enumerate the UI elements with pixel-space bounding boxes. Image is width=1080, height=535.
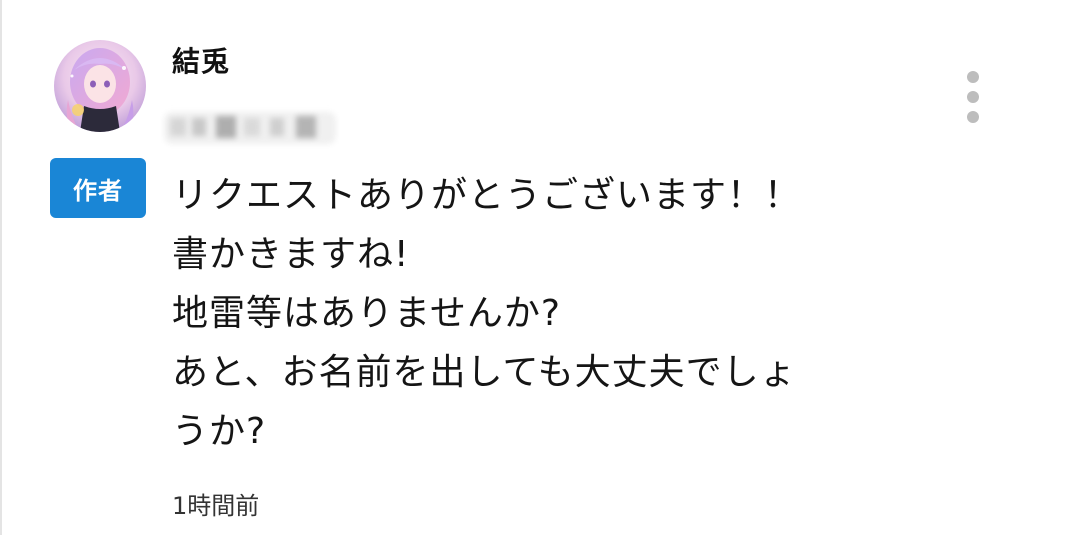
- more-vertical-icon: [967, 71, 979, 83]
- comment-text: リクエストありがとうございます！！ 書かきますね! 地雷等はありませんか? あと…: [172, 166, 872, 461]
- comment-line: うか?: [172, 411, 267, 452]
- left-divider: [0, 0, 2, 535]
- avatar[interactable]: [54, 40, 146, 132]
- author-badge: 作者: [50, 158, 146, 218]
- comment-card: 結兎 作者 リクエストありがとうございます！！ 書かきますね! 地雷等はありませ…: [0, 0, 1080, 535]
- blurred-user-id: [160, 104, 340, 150]
- more-options-button[interactable]: [955, 66, 991, 128]
- comment-timestamp: 1時間前: [172, 492, 260, 520]
- comment-line: リクエストありがとうございます！！: [172, 175, 802, 216]
- author-name[interactable]: 結兎: [172, 40, 230, 80]
- comment-line: あと、お名前を出しても大丈夫でしょ: [172, 352, 797, 393]
- comment-line: 書かきますね!: [172, 234, 410, 275]
- comment-line: 地雷等はありませんか?: [172, 293, 562, 334]
- more-vertical-icon-dot: [967, 111, 979, 123]
- more-vertical-icon-dot: [967, 91, 979, 103]
